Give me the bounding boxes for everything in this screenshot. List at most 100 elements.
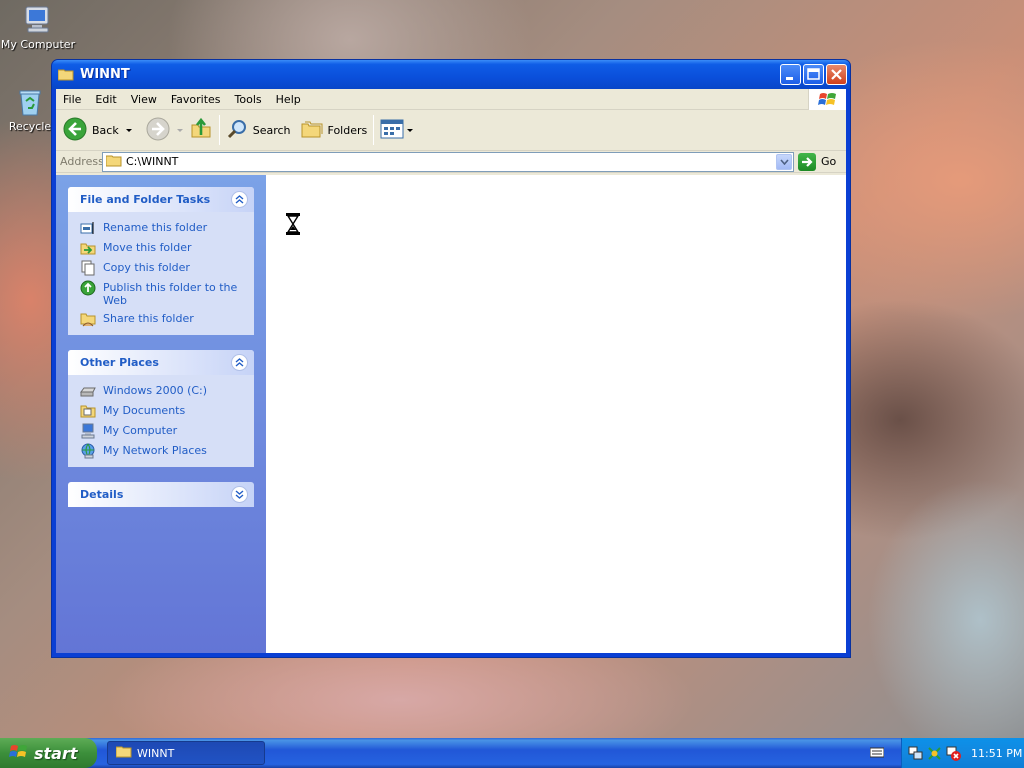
back-label: Back	[92, 123, 119, 137]
copy-icon	[80, 260, 96, 276]
panel-title: Other Places	[80, 356, 159, 369]
my-documents-icon	[80, 403, 96, 419]
desktop-icon-my-computer[interactable]: My Computer	[0, 4, 76, 51]
disconnected-tray-icon[interactable]	[946, 746, 961, 761]
task-copy-folder[interactable]: Copy this folder	[80, 260, 244, 276]
window-title: WINNT	[80, 67, 130, 82]
search-icon	[226, 118, 248, 143]
place-label: My Network Places	[103, 444, 207, 457]
back-dropdown-icon[interactable]	[125, 128, 132, 132]
forward-button[interactable]	[143, 115, 186, 146]
go-label: Go	[821, 155, 837, 168]
views-dropdown-icon[interactable]	[407, 128, 414, 132]
panel-header[interactable]: Details	[68, 482, 254, 507]
folder-icon	[115, 745, 132, 761]
menu-file[interactable]: File	[56, 89, 88, 110]
collapse-chevron-icon[interactable]	[231, 354, 248, 371]
windows-logo-icon	[9, 743, 29, 764]
folder-up-icon	[189, 117, 213, 144]
windows-logo-icon	[808, 89, 846, 110]
place-label: My Documents	[103, 404, 186, 417]
taskbar: start WINNT 11:51 PM	[0, 738, 1024, 768]
place-my-computer[interactable]: My Computer	[80, 423, 244, 439]
explorer-window: WINNT File Edit View Favorites Tools Hel…	[51, 59, 851, 658]
start-button[interactable]: start	[0, 738, 97, 768]
task-label: Rename this folder	[103, 221, 208, 234]
close-button[interactable]	[826, 64, 847, 85]
address-label: Address	[60, 155, 104, 168]
publish-web-icon	[80, 280, 96, 296]
my-computer-icon	[22, 4, 54, 36]
go-button[interactable]: Go	[794, 152, 846, 171]
folder-icon	[57, 68, 74, 81]
go-arrow-icon	[798, 152, 816, 171]
collapse-chevron-icon[interactable]	[231, 191, 248, 208]
start-label: start	[34, 743, 78, 763]
file-folder-tasks-panel: File and Folder Tasks Rename this folder	[68, 187, 254, 335]
address-bar: Address C:\WINNT Go	[56, 151, 846, 173]
panel-title: File and Folder Tasks	[80, 193, 211, 206]
task-label: Copy this folder	[103, 261, 190, 274]
keyboard-icon[interactable]	[869, 746, 885, 758]
maximize-button[interactable]	[803, 64, 824, 85]
menu-favorites[interactable]: Favorites	[164, 89, 228, 110]
task-label: Publish this folder to the Web	[103, 281, 238, 307]
menu-edit[interactable]: Edit	[88, 89, 123, 110]
folder-icon	[105, 154, 122, 170]
other-places-panel: Other Places Windows 2000 (C:) My Docume	[68, 350, 254, 467]
views-icon	[380, 119, 404, 142]
address-value: C:\WINNT	[126, 155, 179, 168]
up-folder-button[interactable]	[186, 115, 216, 146]
task-move-folder[interactable]: Move this folder	[80, 240, 244, 256]
forward-dropdown-icon[interactable]	[176, 128, 183, 132]
back-button[interactable]: Back	[60, 115, 135, 146]
window-body: File Edit View Favorites Tools Help Back	[56, 89, 846, 653]
task-label: Share this folder	[103, 312, 194, 325]
rename-icon	[80, 220, 96, 236]
taskbar-task-winnt[interactable]: WINNT	[107, 741, 265, 765]
panel-header[interactable]: Other Places	[68, 350, 254, 375]
details-panel: Details	[68, 482, 254, 507]
search-label: Search	[252, 123, 291, 137]
task-rename-folder[interactable]: Rename this folder	[80, 220, 244, 236]
place-my-network-places[interactable]: My Network Places	[80, 443, 244, 459]
minimize-button[interactable]	[780, 64, 801, 85]
panel-header[interactable]: File and Folder Tasks	[68, 187, 254, 212]
desktop-icon-label: My Computer	[0, 38, 76, 51]
recycle-bin-icon	[14, 86, 46, 118]
expand-chevron-icon[interactable]	[231, 486, 248, 503]
toolbar-separator	[218, 115, 220, 145]
views-button[interactable]	[377, 117, 416, 144]
task-label: Move this folder	[103, 241, 192, 254]
address-dropdown-icon[interactable]	[776, 153, 792, 170]
system-tray: 11:51 PM	[901, 738, 1024, 768]
security-tray-icon[interactable]	[927, 746, 942, 761]
place-my-documents[interactable]: My Documents	[80, 403, 244, 419]
task-pane: File and Folder Tasks Rename this folder	[56, 175, 266, 653]
hard-drive-icon	[80, 383, 96, 399]
hourglass-cursor-icon	[286, 213, 300, 235]
explorer-content: File and Folder Tasks Rename this folder	[56, 175, 846, 653]
forward-arrow-icon	[146, 117, 170, 144]
folders-icon	[301, 119, 323, 142]
address-field[interactable]: C:\WINNT	[102, 151, 794, 172]
task-label: WINNT	[137, 746, 175, 760]
search-button[interactable]: Search	[223, 116, 294, 145]
file-list-area[interactable]	[266, 175, 846, 653]
toolbar-separator	[373, 115, 375, 145]
place-label: My Computer	[103, 424, 178, 437]
task-share-folder[interactable]: Share this folder	[80, 311, 244, 327]
menu-help[interactable]: Help	[269, 89, 308, 110]
place-label: Windows 2000 (C:)	[103, 384, 208, 397]
task-publish-folder[interactable]: Publish this folder to the Web	[80, 280, 244, 307]
clock[interactable]: 11:51 PM	[971, 747, 1022, 760]
menu-tools[interactable]: Tools	[228, 89, 269, 110]
my-computer-icon	[80, 423, 96, 439]
move-folder-icon	[80, 240, 96, 256]
folders-button[interactable]: Folders	[298, 117, 371, 144]
network-tray-icon[interactable]	[908, 746, 923, 761]
folders-label: Folders	[327, 123, 368, 137]
title-bar[interactable]: WINNT	[52, 60, 850, 89]
place-windows-drive[interactable]: Windows 2000 (C:)	[80, 383, 244, 399]
menu-view[interactable]: View	[124, 89, 164, 110]
